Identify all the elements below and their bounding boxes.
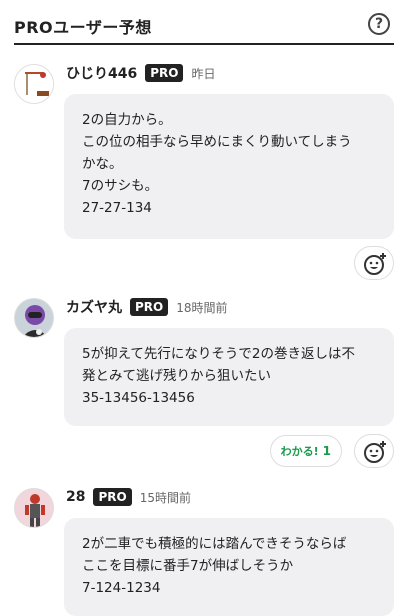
figure-icon — [15, 489, 53, 527]
wakaru-reaction-button[interactable]: わかる! 1 — [269, 435, 342, 467]
comment-line: 27-27-134 — [82, 200, 152, 216]
section-title: PROユーザー予想 — [14, 18, 152, 37]
user-line: ひじり446 PRO 昨日 — [66, 64, 216, 82]
comment-line: かな。 — [82, 156, 123, 172]
comment-line: 7のサシも。 — [82, 178, 159, 194]
cane-icon — [15, 65, 53, 103]
username[interactable]: ひじり446 — [66, 63, 137, 83]
comment-bubble: 5が抑えて先行になりそうで2の巻き返しは不 発とみて逃げ残りから狙いたい 35-… — [64, 328, 394, 426]
comment-line: 5が抑えて先行になりそうで2の巻き返しは不 — [82, 346, 356, 362]
pro-badge: PRO — [130, 298, 169, 316]
pro-badge: PRO — [145, 64, 184, 82]
add-reaction-icon — [364, 441, 386, 463]
comment-line: 2が二車でも積極的には踏んできそうならば — [82, 536, 347, 552]
username[interactable]: 28 — [66, 489, 85, 505]
comment-line: 35-13456-13456 — [82, 390, 195, 406]
timestamp: 15時間前 — [139, 490, 192, 505]
avatar[interactable] — [14, 64, 54, 104]
pro-badge: PRO — [93, 488, 132, 506]
comment-line: 2の自力から。 — [82, 112, 172, 128]
timestamp: 昨日 — [191, 66, 216, 81]
comment-line: 7-124-1234 — [82, 580, 161, 596]
add-reaction-button[interactable] — [354, 246, 394, 280]
avatar[interactable] — [14, 488, 54, 528]
help-icon[interactable]: ? — [368, 13, 390, 35]
helmet-rider-icon — [15, 299, 53, 337]
avatar[interactable] — [14, 298, 54, 338]
comment-line: この位の相手なら早めにまくり動いてしまう — [82, 134, 352, 150]
add-reaction-icon — [364, 253, 386, 275]
comment-line: 発とみて逃げ残りから狙いたい — [82, 368, 271, 384]
user-line: 28 PRO 15時間前 — [66, 488, 191, 506]
user-line: カズヤ丸 PRO 18時間前 — [66, 298, 228, 316]
comment-bubble: 2の自力から。 この位の相手なら早めにまくり動いてしまう かな。 7のサシも。 … — [64, 94, 394, 239]
add-reaction-button[interactable] — [354, 434, 394, 468]
section-header: PROユーザー予想 ? — [14, 0, 394, 45]
comment-bubble: 2が二車でも積極的には踏んできそうならば ここを目標に番手7が伸ばしそうか 7-… — [64, 518, 394, 616]
comment-line: ここを目標に番手7が伸ばしそうか — [82, 558, 294, 574]
username[interactable]: カズヤ丸 — [66, 297, 122, 317]
timestamp: 18時間前 — [176, 300, 228, 315]
wakaru-count: 1 — [322, 444, 331, 458]
wakaru-label: わかる! — [280, 445, 319, 458]
